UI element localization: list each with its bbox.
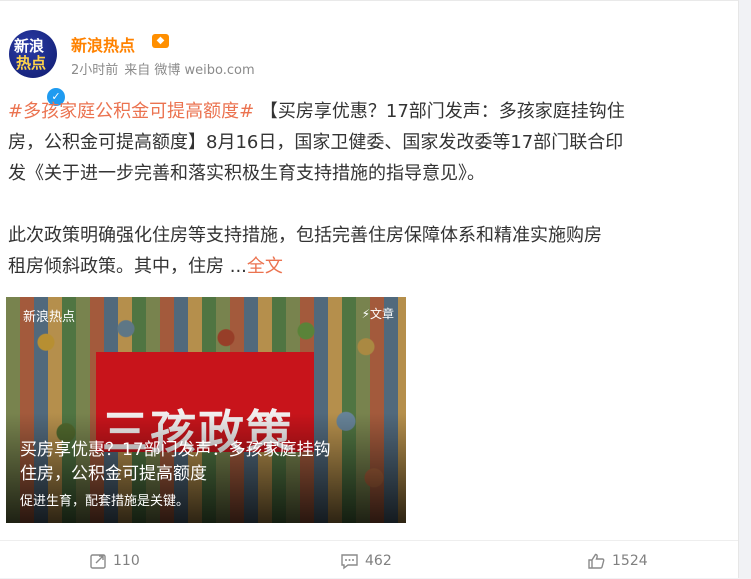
avatar-text-top: 新浪 bbox=[14, 37, 45, 55]
card-subtitle: 促进生育，配套措施是关键。 bbox=[20, 494, 190, 509]
read-more-link[interactable]: 全文 bbox=[247, 256, 283, 277]
like-count: 1524 bbox=[612, 553, 648, 569]
avatar-text-bottom: 热点 bbox=[16, 54, 47, 72]
weibo-post-card: 新浪 热点 ✓ 新浪热点 ◆ 2小时前 来自 微博 weibo.com #多孩家庭… bbox=[0, 0, 739, 578]
post-actions: 110 462 1524 bbox=[0, 540, 738, 579]
card-title-line: 买房享优惠？17部门发声：多孩家庭挂钩 bbox=[20, 440, 331, 460]
card-source-label: 新浪热点 bbox=[23, 310, 76, 325]
content-text: 租房倾斜政策。其中，住房 ... bbox=[8, 256, 247, 277]
repost-count: 110 bbox=[113, 553, 140, 569]
vip-icon[interactable]: ◆ bbox=[152, 34, 169, 48]
content-line: 房，公积金可提高额度】8月16日，国家卫健委、国家发改委等17部门联合印 bbox=[8, 127, 730, 158]
avatar[interactable]: 新浪 热点 ✓ bbox=[9, 30, 67, 108]
article-type-label: ⚡文章 bbox=[361, 307, 394, 321]
post-source: 来自 微博 weibo.com bbox=[124, 63, 255, 78]
author-name[interactable]: 新浪热点 bbox=[71, 32, 135, 56]
hashtag-link[interactable]: #多孩家庭公积金可提高额度# bbox=[8, 101, 254, 122]
scrollbar[interactable] bbox=[739, 0, 751, 577]
like-button[interactable]: 1524 bbox=[587, 550, 648, 572]
content-line: #多孩家庭公积金可提高额度# 【买房享优惠？17部门发声：多孩家庭挂钩住 bbox=[8, 96, 730, 127]
comment-button[interactable]: 462 bbox=[340, 550, 392, 572]
content-text: 房，公积金可提高额度】8月16日，国家卫健委、国家发改委等17部门联合印 bbox=[8, 132, 624, 153]
post-time[interactable]: 2小时前 bbox=[71, 63, 118, 78]
content-text: 此次政策明确强化住房等支持措施，包括完善住房保障体系和精准实施购房 bbox=[8, 225, 602, 246]
like-icon bbox=[588, 553, 605, 569]
article-card[interactable]: 三孩政策 新浪热点 ⚡文章 买房享优惠？17部门发声：多孩家庭挂钩 住房，公积金… bbox=[6, 297, 406, 523]
repost-button[interactable]: 110 bbox=[89, 550, 140, 572]
comment-count: 462 bbox=[365, 553, 392, 569]
post-content: #多孩家庭公积金可提高额度# 【买房享优惠？17部门发声：多孩家庭挂钩住 房，公… bbox=[8, 96, 730, 282]
content-text: 发《关于进一步完善和落实积极生育支持措施的指导意见》。 bbox=[8, 163, 485, 184]
content-text: 【买房享优惠？17部门发声：多孩家庭挂钩住 bbox=[254, 101, 625, 122]
card-title: 买房享优惠？17部门发声：多孩家庭挂钩 住房，公积金可提高额度 bbox=[20, 438, 398, 486]
card-title-line: 住房，公积金可提高额度 bbox=[20, 464, 207, 484]
content-line: 租房倾斜政策。其中，住房 ...全文 bbox=[8, 251, 730, 282]
repost-icon bbox=[90, 554, 106, 569]
content-line: 发《关于进一步完善和落实积极生育支持措施的指导意见》。 bbox=[8, 158, 730, 189]
content-line: 此次政策明确强化住房等支持措施，包括完善住房保障体系和精准实施购房 bbox=[8, 220, 730, 251]
comment-icon bbox=[341, 554, 358, 570]
post-meta: 2小时前 来自 微博 weibo.com bbox=[71, 59, 261, 78]
